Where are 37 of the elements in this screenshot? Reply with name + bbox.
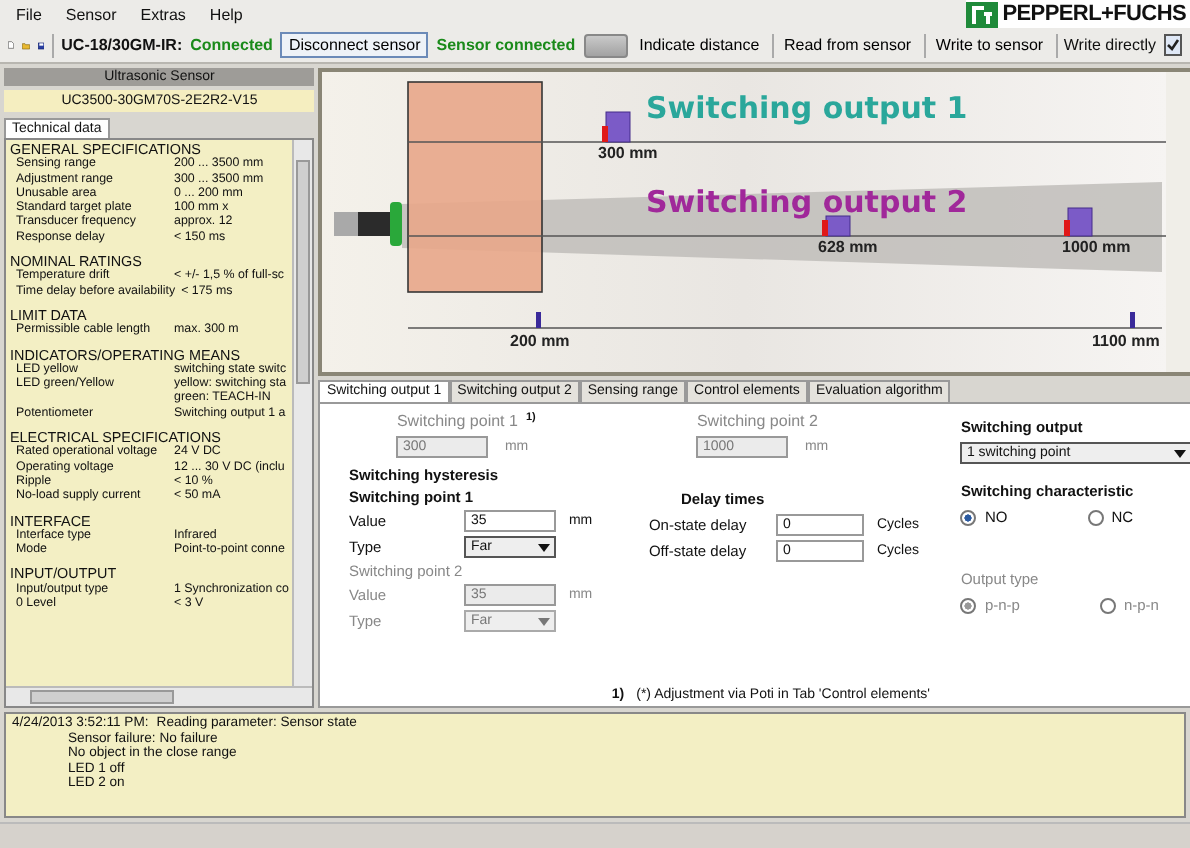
logo-text: PEPPERL+FUCHS xyxy=(1002,2,1186,26)
caret-icon xyxy=(538,543,551,551)
range-marker[interactable] xyxy=(536,312,542,328)
caret-icon xyxy=(538,617,551,625)
switching-point-marker[interactable] xyxy=(602,111,632,143)
sensor-drawing xyxy=(334,202,403,246)
distance-label: 1100 mm xyxy=(1092,332,1161,350)
output-title: Switching output 1 xyxy=(646,90,969,126)
distance-label: 200 mm xyxy=(510,332,571,350)
distance-label: 628 mm xyxy=(818,238,879,256)
menu-item[interactable]: Extras xyxy=(140,5,186,23)
field-label: Switching point 1 xyxy=(396,412,518,430)
connection-status: Connected xyxy=(190,36,273,54)
switching-point-marker[interactable] xyxy=(822,215,852,237)
distance-label: 1000 mm xyxy=(1062,238,1132,256)
range-marker[interactable] xyxy=(1130,312,1136,328)
disconnect-button[interactable]: Disconnect sensor xyxy=(280,32,429,58)
sensor-status: Sensor connected xyxy=(436,36,576,54)
menu-item[interactable]: Sensor xyxy=(65,5,117,23)
menu-item[interactable]: File xyxy=(16,5,42,23)
radio-button[interactable] xyxy=(960,509,977,525)
field-label: Switching point 2 xyxy=(696,412,818,430)
distance-label: 300 mm xyxy=(598,144,659,162)
distance-bar xyxy=(583,33,628,57)
toolbar-button[interactable]: Write to sensor xyxy=(931,36,1048,54)
caret-icon xyxy=(1174,449,1187,457)
device-label: UC-18/30GM-IR: xyxy=(61,36,183,54)
menu-item[interactable]: Help xyxy=(209,5,243,23)
horizontal-scrollbar[interactable] xyxy=(6,686,313,706)
radio-button[interactable] xyxy=(1087,509,1104,525)
toolbar-button[interactable]: Indicate distance xyxy=(635,36,764,54)
switching-point-marker[interactable] xyxy=(1064,207,1094,237)
vertical-scrollbar[interactable] xyxy=(292,140,313,688)
toolbar-button[interactable]: Read from sensor xyxy=(779,36,916,54)
output-title: Switching output 2 xyxy=(646,184,969,220)
write-directly-label: Write directly xyxy=(1063,36,1156,54)
write-directly-checkbox[interactable] xyxy=(1163,34,1182,56)
